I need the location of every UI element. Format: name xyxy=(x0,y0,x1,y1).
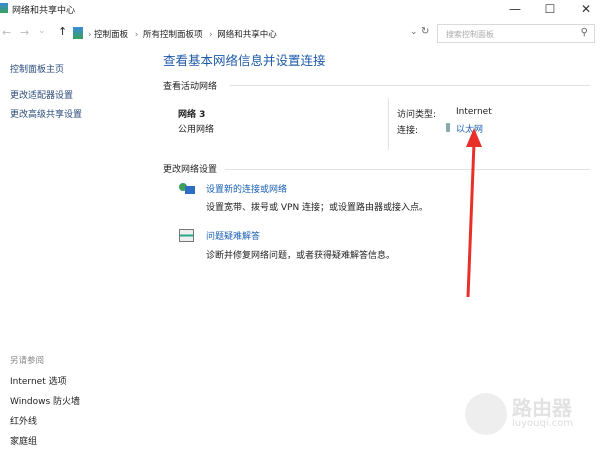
watermark-url: luyouqi.com xyxy=(512,418,574,429)
troubleshoot-desc: 诊断并修复网络问题，或者获得疑难解答信息。 xyxy=(206,251,396,261)
sidebar-item-sharing[interactable]: 更改高级共享设置 xyxy=(10,107,82,120)
sidebar-item-adapter[interactable]: 更改适配器设置 xyxy=(10,88,73,101)
connection-label: 连接: xyxy=(397,126,419,136)
red-arrow-annotation xyxy=(466,128,482,298)
window-title: 网络和共享中心 xyxy=(12,6,76,16)
address-dropdown[interactable]: ⌄ xyxy=(410,27,418,37)
recent-dropdown[interactable]: ⌄ xyxy=(38,26,46,36)
see-also-infrared[interactable]: 红外线 xyxy=(10,414,37,427)
sidebar-item-home[interactable]: 控制面板主页 xyxy=(10,62,64,75)
breadcrumb-sep: › xyxy=(134,30,139,40)
search-icon[interactable]: ⚲ xyxy=(581,27,588,38)
minimize-button[interactable]: — xyxy=(505,2,525,16)
forward-button[interactable]: → xyxy=(20,26,29,39)
new-connection-desc: 设置宽带、拨号或 VPN 连接；或设置路由器或接入点。 xyxy=(206,203,429,213)
see-also-title: 另请参阅 xyxy=(10,356,45,366)
page-title: 查看基本网络信息并设置连接 xyxy=(163,53,326,68)
breadcrumb-item[interactable]: 控制面板 xyxy=(94,30,128,40)
location-icon xyxy=(73,27,83,39)
breadcrumb-item[interactable]: 所有控制面板项 xyxy=(143,30,203,40)
change-settings-heading: 更改网络设置 xyxy=(163,165,218,175)
see-also-homegroup[interactable]: 家庭组 xyxy=(10,434,37,447)
breadcrumb-sep: › xyxy=(209,30,213,40)
new-connection-link[interactable]: 设置新的连接或网络 xyxy=(206,182,287,195)
troubleshoot-icon xyxy=(179,229,194,242)
back-button[interactable]: ← xyxy=(2,26,11,39)
search-placeholder: 搜索控制面板 xyxy=(446,30,494,39)
breadcrumb-item[interactable]: 网络和共享中心 xyxy=(217,30,277,40)
maximize-button[interactable]: ☐ xyxy=(540,2,560,16)
search-input[interactable]: 搜索控制面板 ⚲ xyxy=(437,24,595,43)
up-button[interactable]: ↑ xyxy=(58,25,67,38)
see-also-internet-options[interactable]: Internet 选项 xyxy=(10,374,67,387)
close-button[interactable]: ✕ xyxy=(576,2,596,16)
watermark-brand: 路由器 xyxy=(512,396,572,420)
divider xyxy=(230,85,590,86)
access-type-label: 访问类型: xyxy=(397,110,437,120)
see-also-firewall[interactable]: Windows 防火墙 xyxy=(10,394,80,407)
troubleshoot-link[interactable]: 问题疑难解答 xyxy=(206,229,260,242)
divider xyxy=(225,169,590,170)
vertical-divider xyxy=(388,98,389,150)
new-connection-icon xyxy=(179,181,195,197)
breadcrumb: › 控制面板 › 所有控制面板项 › 网络和共享中心 xyxy=(88,28,277,40)
network-type: 公用网络 xyxy=(178,125,215,135)
watermark-logo xyxy=(465,393,507,435)
app-icon xyxy=(0,3,8,13)
refresh-button[interactable]: ↻ xyxy=(421,26,429,37)
breadcrumb-sep: › xyxy=(88,30,92,40)
ethernet-icon xyxy=(446,123,450,132)
active-networks-heading: 查看活动网络 xyxy=(163,82,218,92)
access-type-value: Internet xyxy=(456,107,492,117)
network-name: 网络 3 xyxy=(178,110,206,120)
